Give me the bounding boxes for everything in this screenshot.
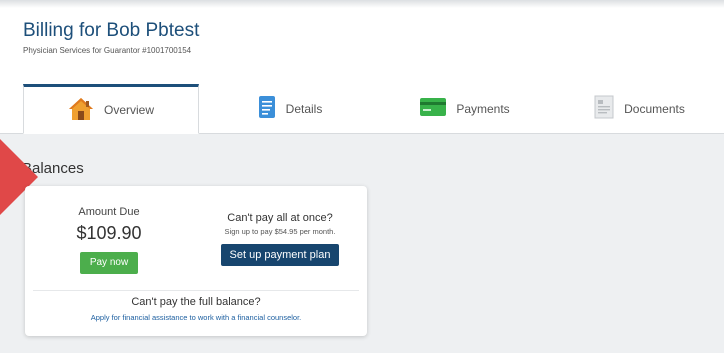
tab-overview-label: Overview bbox=[103, 103, 154, 117]
amount-due-value: $109.90 bbox=[76, 223, 142, 243]
documents-icon bbox=[594, 95, 614, 122]
cant-pay-full-text: Can't pay the full balance? bbox=[131, 296, 261, 308]
balance-card: Amount Due $109.90 Pay now Can't pay all… bbox=[25, 186, 367, 336]
page-subtitle: Physician Services for Guarantor #100170… bbox=[23, 46, 192, 55]
tab-overview[interactable]: Overview bbox=[23, 84, 199, 134]
document-list-icon bbox=[258, 95, 276, 122]
tab-documents[interactable]: Documents bbox=[555, 84, 724, 133]
credit-card-icon bbox=[420, 98, 447, 119]
tab-details[interactable]: Details bbox=[205, 84, 375, 133]
house-icon bbox=[68, 97, 94, 124]
signup-text: Sign up to pay $54.95 per month. bbox=[224, 227, 336, 236]
financial-assistance-section: Can't pay the full balance? Apply for fi… bbox=[25, 296, 367, 322]
page-title: Billing for Bob Pbtest bbox=[23, 20, 200, 41]
amount-due-section: Amount Due $109.90 Pay now bbox=[25, 206, 193, 274]
cant-pay-all-text: Can't pay all at once? bbox=[227, 212, 333, 224]
card-divider bbox=[33, 290, 359, 291]
page-header: Billing for Bob Pbtest Physician Service… bbox=[0, 0, 724, 84]
tab-bar: Overview Details Payments Documents bbox=[0, 84, 724, 134]
setup-payment-plan-button[interactable]: Set up payment plan bbox=[221, 244, 339, 266]
payment-plan-section: Can't pay all at once? Sign up to pay $5… bbox=[193, 212, 367, 266]
header-shadow bbox=[0, 0, 724, 8]
tab-payments-label: Payments bbox=[456, 101, 510, 116]
amount-due-label: Amount Due bbox=[78, 206, 140, 218]
financial-assistance-link[interactable]: Apply for financial assistance to work w… bbox=[25, 313, 367, 322]
tab-payments[interactable]: Payments bbox=[380, 84, 550, 133]
pay-now-button[interactable]: Pay now bbox=[80, 252, 138, 274]
tab-documents-label: Documents bbox=[624, 101, 685, 116]
tab-details-label: Details bbox=[285, 101, 323, 116]
